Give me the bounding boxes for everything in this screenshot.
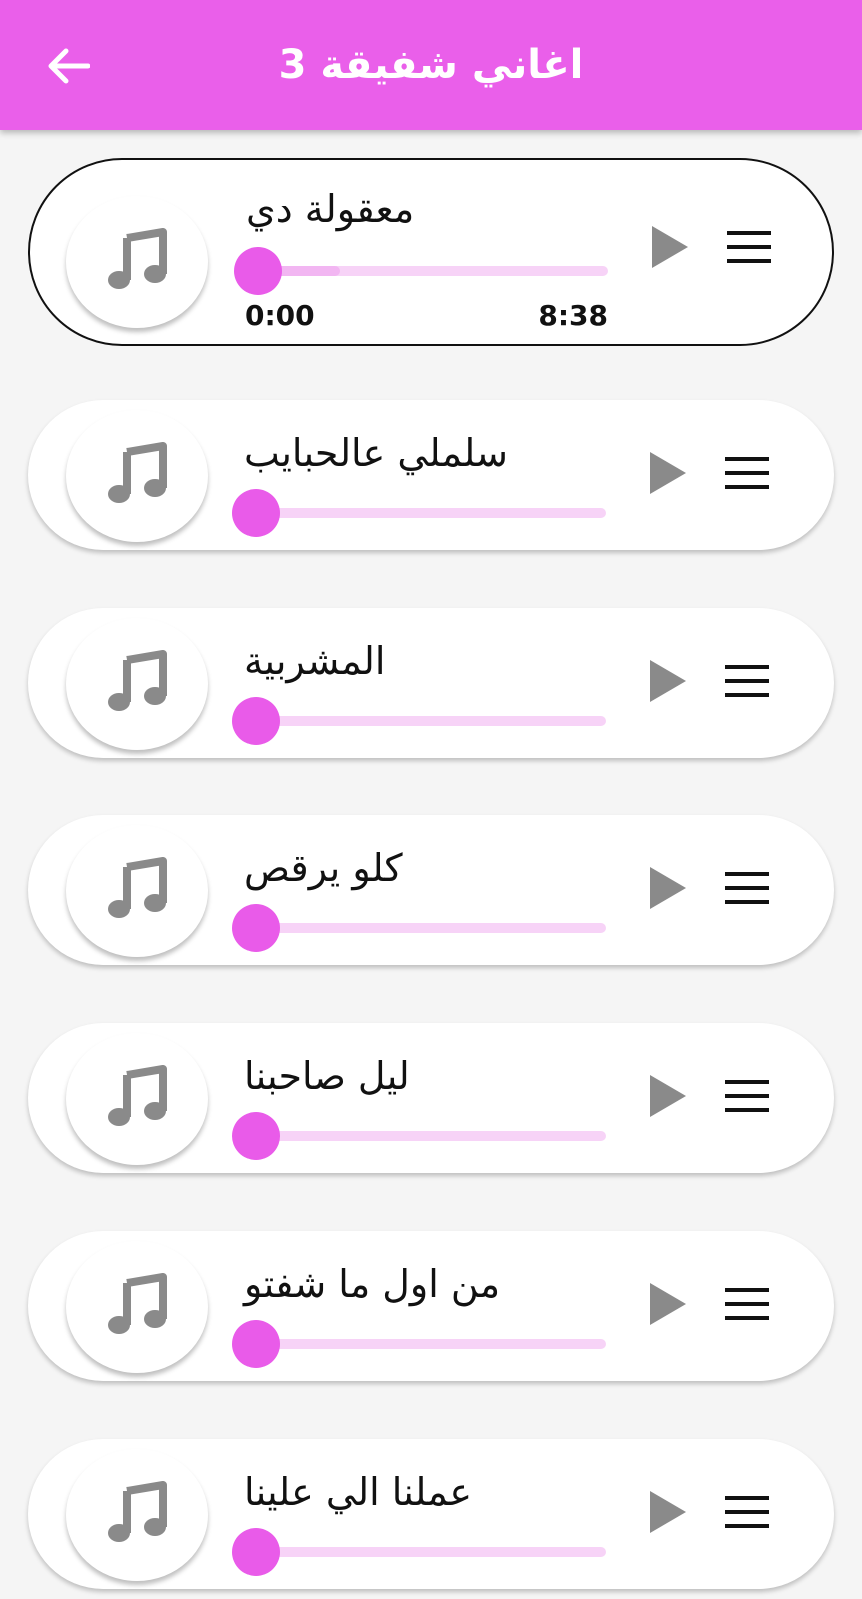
song-card[interactable]: من اول ما شفتو — [28, 1231, 834, 1381]
seek-bar[interactable] — [232, 1528, 606, 1576]
drag-handle-button[interactable] — [720, 1075, 774, 1121]
song-thumbnail — [66, 1241, 208, 1373]
song-title: من اول ما شفتو — [244, 1262, 501, 1306]
play-icon — [648, 658, 688, 708]
menu-icon — [723, 870, 771, 910]
seek-thumb[interactable] — [234, 247, 282, 295]
seek-bar[interactable] — [232, 1320, 606, 1368]
seek-bar[interactable] — [232, 697, 606, 745]
music-note-icon — [105, 228, 169, 296]
song-thumbnail — [66, 196, 208, 328]
song-card[interactable]: كلو يرقص — [28, 815, 834, 965]
seek-bar[interactable] — [232, 904, 606, 952]
seek-thumb[interactable] — [232, 1112, 280, 1160]
song-title: ليل صاحبنا — [244, 1054, 410, 1098]
song-thumbnail — [66, 825, 208, 957]
song-card[interactable]: ليل صاحبنا — [28, 1023, 834, 1173]
song-thumbnail — [66, 410, 208, 542]
song-card[interactable]: عملنا الي علينا — [28, 1439, 834, 1589]
music-note-icon — [105, 1273, 169, 1341]
drag-handle-button[interactable] — [722, 226, 776, 272]
song-title: كلو يرقص — [244, 846, 403, 890]
song-thumbnail — [66, 1033, 208, 1165]
play-icon — [648, 1281, 688, 1331]
seek-bar[interactable] — [232, 1112, 606, 1160]
play-button[interactable] — [644, 450, 692, 500]
menu-icon — [723, 663, 771, 703]
menu-icon — [723, 455, 771, 495]
play-icon — [650, 224, 690, 274]
drag-handle-button[interactable] — [720, 867, 774, 913]
song-card[interactable]: سلملي عالحبايب — [28, 400, 834, 550]
seek-thumb[interactable] — [232, 697, 280, 745]
seek-bar[interactable] — [232, 489, 606, 537]
song-thumbnail — [66, 618, 208, 750]
music-note-icon — [105, 650, 169, 718]
song-card[interactable]: معقولة دي 0:00 8:38 — [28, 158, 834, 346]
app-bar: اغاني شفيقة 3 — [0, 0, 862, 130]
seek-thumb[interactable] — [232, 904, 280, 952]
menu-icon — [723, 1286, 771, 1326]
menu-icon — [723, 1078, 771, 1118]
music-note-icon — [105, 1065, 169, 1133]
drag-handle-button[interactable] — [720, 660, 774, 706]
seek-thumb[interactable] — [232, 1320, 280, 1368]
seek-thumb[interactable] — [232, 489, 280, 537]
play-icon — [648, 450, 688, 500]
song-title: عملنا الي علينا — [244, 1470, 472, 1514]
play-button[interactable] — [644, 658, 692, 708]
play-button[interactable] — [644, 1489, 692, 1539]
play-icon — [648, 865, 688, 915]
seek-thumb[interactable] — [232, 1528, 280, 1576]
music-note-icon — [105, 857, 169, 925]
play-button[interactable] — [646, 224, 694, 274]
play-icon — [648, 1489, 688, 1539]
song-title: معقولة دي — [246, 187, 415, 231]
song-card[interactable]: المشربية — [28, 608, 834, 758]
play-button[interactable] — [644, 1073, 692, 1123]
song-thumbnail — [66, 1449, 208, 1581]
play-icon — [648, 1073, 688, 1123]
play-button[interactable] — [644, 865, 692, 915]
song-title: المشربية — [244, 639, 386, 683]
page-title: اغاني شفيقة 3 — [278, 42, 584, 88]
music-note-icon — [105, 1481, 169, 1549]
menu-icon — [725, 229, 773, 269]
duration: 8:38 — [538, 299, 608, 332]
current-time: 0:00 — [245, 299, 315, 332]
play-button[interactable] — [644, 1281, 692, 1331]
drag-handle-button[interactable] — [720, 452, 774, 498]
menu-icon — [723, 1494, 771, 1534]
drag-handle-button[interactable] — [720, 1283, 774, 1329]
music-note-icon — [105, 442, 169, 510]
drag-handle-button[interactable] — [720, 1491, 774, 1537]
seek-bar[interactable] — [234, 247, 608, 295]
song-title: سلملي عالحبايب — [244, 431, 509, 475]
